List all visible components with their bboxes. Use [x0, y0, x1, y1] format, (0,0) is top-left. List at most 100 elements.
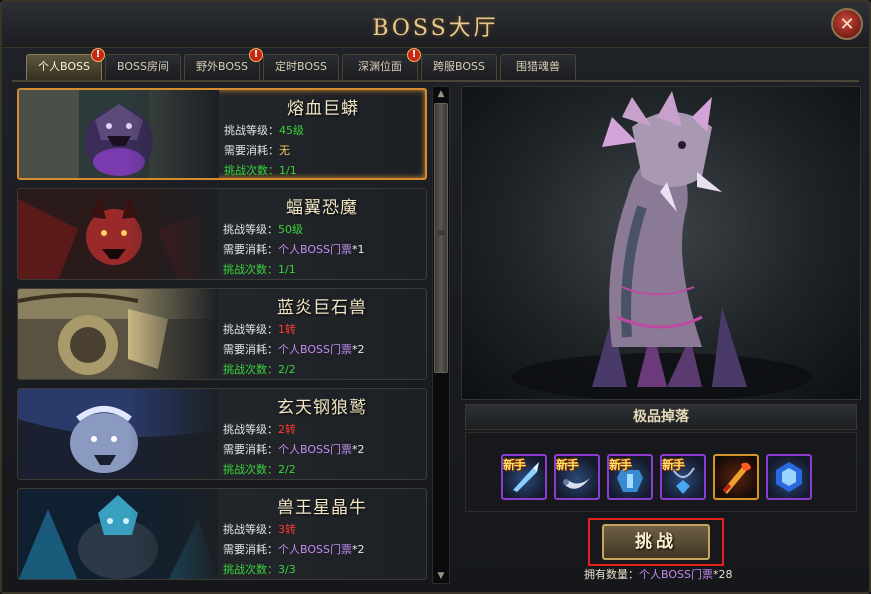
owned-ticket-count: 拥有数量：个人BOSS门票*28: [584, 566, 732, 582]
boss-info: 挑战等级：1转 需要消耗：个人BOSS门票*2 挑战次数：2/2: [223, 320, 365, 379]
boss-model-preview: [461, 86, 861, 400]
cost-quantity: *1: [351, 243, 365, 256]
scroll-thumb[interactable]: ≡: [434, 103, 448, 373]
boss-card-2[interactable]: 蝠翼恐魔 挑战等级：50级 需要消耗：个人BOSS门票*1 挑战次数：1/1: [17, 188, 427, 280]
blue-gem-icon: [776, 462, 802, 492]
scroll-up-icon[interactable]: ▲: [434, 87, 448, 101]
serpent-boss-illustration: [512, 91, 812, 399]
tab-bar: 个人BOSS ! BOSS房间 野外BOSS ! 定时BOSS 深渊位面 ! 跨…: [26, 48, 576, 80]
cost-label: 需要消耗：: [223, 243, 278, 256]
newbie-tag: 新手: [556, 458, 579, 472]
boss-name: 蓝炎巨石兽: [277, 298, 367, 318]
tab-abyss-plane[interactable]: 深渊位面 !: [342, 48, 421, 80]
tab-timed-boss[interactable]: 定时BOSS: [263, 54, 339, 80]
boss-card-5[interactable]: 兽王星晶牛 挑战等级：3转 需要消耗：个人BOSS门票*2 挑战次数：3/3: [17, 488, 427, 580]
attempts-value: 2/2: [278, 363, 296, 376]
tab-label: 野外BOSS: [196, 60, 248, 73]
owned-label: 拥有数量：: [584, 568, 639, 581]
cost-label: 需要消耗：: [223, 343, 278, 356]
owned-item: 个人BOSS门票: [639, 568, 713, 581]
boss-portrait-4: [18, 389, 218, 479]
cost-value: 个人BOSS门票: [278, 343, 352, 356]
window-title: BOSS大厅: [372, 16, 499, 41]
attempts-label: 挑战次数：: [223, 463, 278, 476]
attempts-value: 1/1: [278, 263, 296, 276]
alert-badge-icon: !: [249, 48, 263, 62]
boss-portrait-2: [18, 189, 218, 279]
level-value: 3转: [278, 523, 296, 536]
boss-card-1[interactable]: 熔血巨蟒 挑战等级：45级 需要消耗：无 挑战次数：1/1: [17, 88, 427, 180]
tab-label: 深渊位面: [358, 60, 402, 73]
boss-info: 挑战等级：50级 需要消耗：个人BOSS门票*1 挑战次数：1/1: [223, 220, 365, 279]
boss-portrait-5: [18, 489, 218, 579]
boss-info: 挑战等级：2转 需要消耗：个人BOSS门票*2 挑战次数：2/2: [223, 420, 365, 479]
attempts-value: 3/3: [278, 563, 296, 576]
level-value: 45级: [279, 124, 304, 137]
tab-label: 跨服BOSS: [433, 60, 485, 73]
level-value: 50级: [278, 223, 303, 236]
boss-info: 挑战等级：45级 需要消耗：无 挑战次数：1/1: [224, 121, 304, 178]
close-icon: ✕: [839, 13, 855, 35]
tab-personal-boss[interactable]: 个人BOSS !: [26, 48, 105, 80]
tab-cross-server-boss[interactable]: 跨服BOSS: [421, 54, 497, 80]
boss-list-scrollbar[interactable]: ▲ ≡ ▼: [432, 86, 450, 584]
attempts-value: 2/2: [278, 463, 296, 476]
tab-field-boss[interactable]: 野外BOSS !: [184, 48, 263, 80]
level-label: 挑战等级：: [223, 423, 278, 436]
drops-panel: 新手 新手 新手 新手: [465, 432, 857, 512]
cost-label: 需要消耗：: [223, 443, 278, 456]
boss-name: 玄天钢狼鹫: [277, 398, 367, 418]
cost-quantity: *2: [351, 443, 365, 456]
alert-badge-icon: !: [91, 48, 105, 62]
attempts-label: 挑战次数：: [223, 263, 278, 276]
newbie-tag: 新手: [662, 458, 685, 472]
cost-label: 需要消耗：: [224, 144, 279, 157]
newbie-tag: 新手: [609, 458, 632, 472]
level-value: 2转: [278, 423, 296, 436]
boss-card-4[interactable]: 玄天钢狼鹫 挑战等级：2转 需要消耗：个人BOSS门票*2 挑战次数：2/2: [17, 388, 427, 480]
cost-label: 需要消耗：: [223, 543, 278, 556]
attempts-label: 挑战次数：: [223, 563, 278, 576]
tab-label: 定时BOSS: [275, 60, 327, 73]
cost-value: 个人BOSS门票: [278, 443, 352, 456]
drops-header: 极品掉落: [465, 404, 857, 430]
drop-item-1[interactable]: 新手: [501, 454, 547, 500]
drop-item-3[interactable]: 新手: [607, 454, 653, 500]
attempts-label: 挑战次数：: [223, 363, 278, 376]
drop-item-6[interactable]: [766, 454, 812, 500]
newbie-tag: 新手: [503, 458, 526, 472]
boss-name: 熔血巨蟒: [287, 99, 359, 119]
boss-portrait-1: [19, 90, 219, 178]
owned-count: *28: [712, 568, 733, 581]
cost-quantity: *2: [351, 343, 365, 356]
boss-hall-window: BOSS大厅 ✕ 个人BOSS ! BOSS房间 野外BOSS ! 定时BOSS…: [0, 0, 871, 594]
level-label: 挑战等级：: [223, 523, 278, 536]
boss-list: 熔血巨蟒 挑战等级：45级 需要消耗：无 挑战次数：1/1 蝠翼恐魔 挑战等级：…: [15, 86, 429, 584]
attempts-label: 挑战次数：: [224, 164, 279, 177]
tab-divider: [12, 80, 859, 82]
boss-name: 兽王星晶牛: [277, 498, 367, 518]
level-label: 挑战等级：: [224, 124, 279, 137]
boss-info: 挑战等级：3转 需要消耗：个人BOSS门票*2 挑战次数：3/3: [223, 520, 365, 579]
drop-item-2[interactable]: 新手: [554, 454, 600, 500]
attempts-value: 1/1: [279, 164, 297, 177]
drop-item-5[interactable]: [713, 454, 759, 500]
alert-badge-icon: !: [407, 48, 421, 62]
cost-value: 个人BOSS门票: [278, 243, 352, 256]
close-button[interactable]: ✕: [831, 8, 863, 40]
level-label: 挑战等级：: [223, 223, 278, 236]
challenge-button[interactable]: 挑战: [602, 524, 710, 560]
tab-hunt-beast[interactable]: 围猎魂兽: [500, 54, 576, 80]
boss-name: 蝠翼恐魔: [286, 198, 358, 218]
level-value: 1转: [278, 323, 296, 336]
tab-label: 个人BOSS: [38, 60, 90, 73]
level-label: 挑战等级：: [223, 323, 278, 336]
cost-quantity: *2: [351, 543, 365, 556]
boss-card-3[interactable]: 蓝炎巨石兽 挑战等级：1转 需要消耗：个人BOSS门票*2 挑战次数：2/2: [17, 288, 427, 380]
cost-value: 个人BOSS门票: [278, 543, 352, 556]
flame-sword-icon: [722, 462, 751, 494]
drop-item-4[interactable]: 新手: [660, 454, 706, 500]
scroll-down-icon[interactable]: ▼: [434, 569, 448, 583]
tab-boss-room[interactable]: BOSS房间: [105, 54, 181, 80]
title-bar: BOSS大厅 ✕: [2, 2, 869, 48]
